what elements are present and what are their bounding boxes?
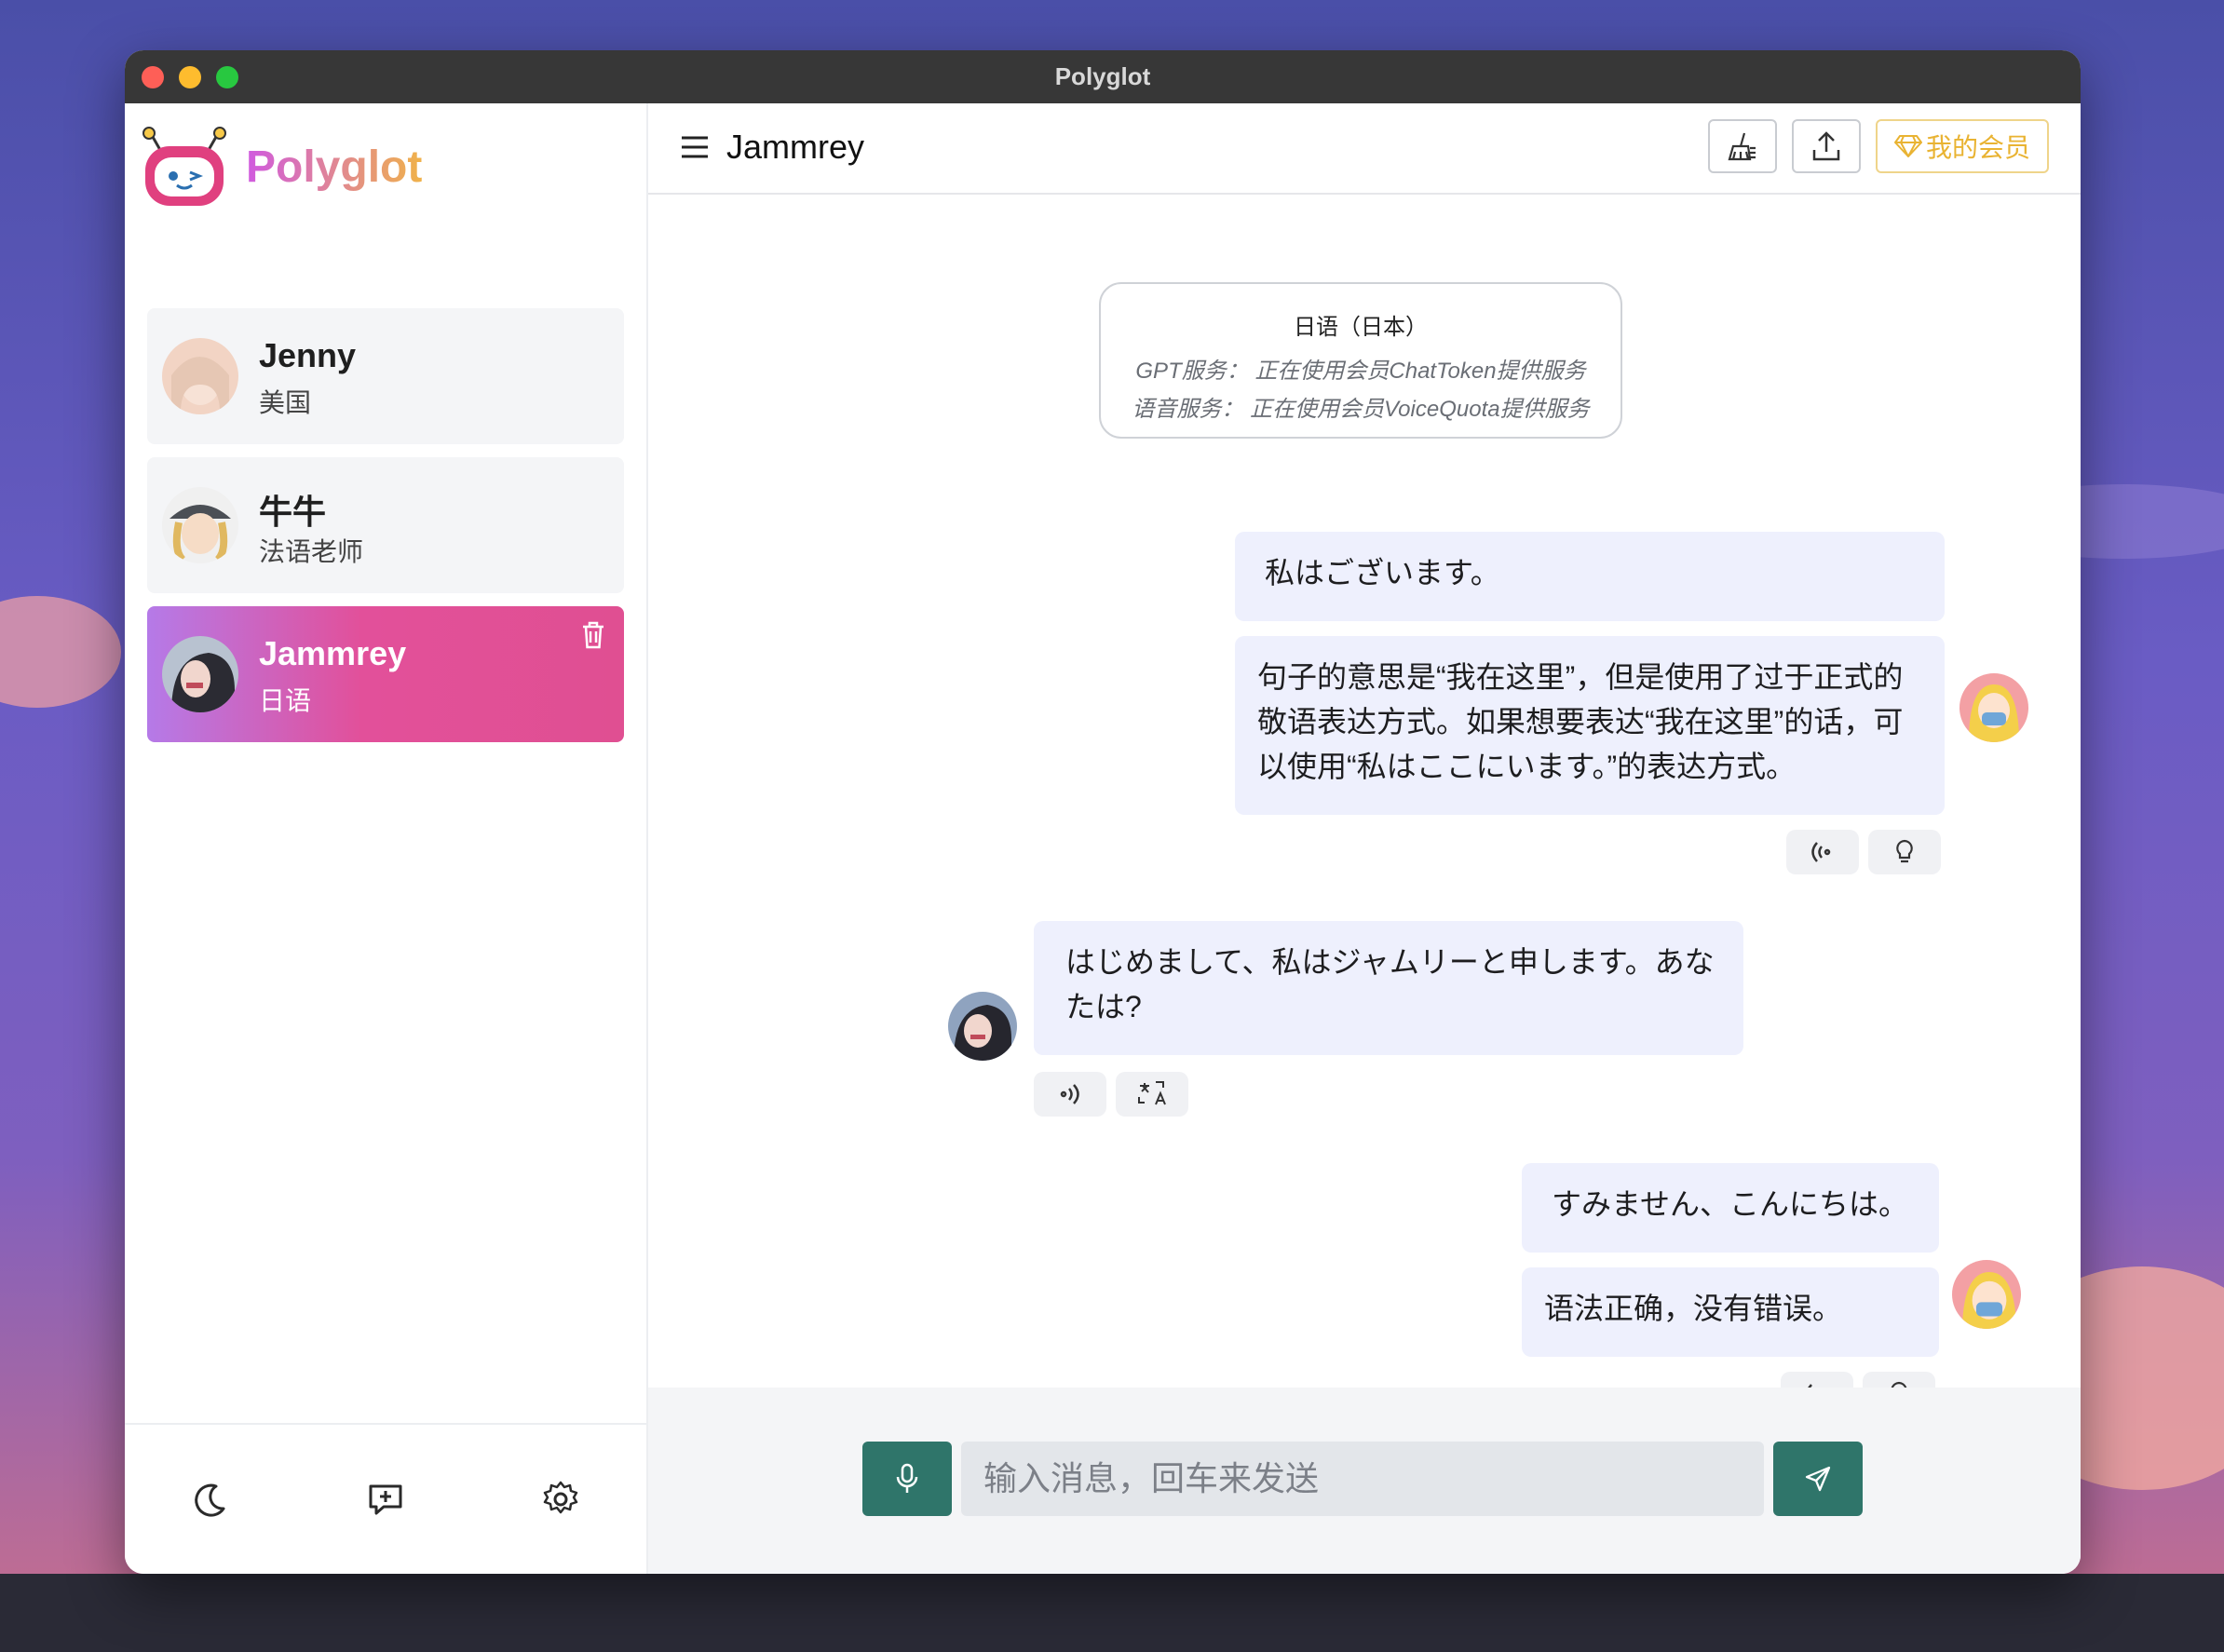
user-message-bubble: 私はございます。 (1235, 532, 1945, 621)
clear-chat-button[interactable] (1708, 119, 1777, 173)
assistant-avatar (948, 992, 1017, 1061)
export-button[interactable] (1792, 119, 1861, 173)
contact-item-jammrey[interactable]: Jammrey 日语 (147, 606, 624, 742)
close-window-button[interactable] (142, 66, 164, 88)
contact-subtitle: 美国 (259, 388, 312, 417)
settings-gear-icon[interactable] (540, 1479, 581, 1520)
delete-contact-icon[interactable] (579, 619, 607, 651)
logo-text: Polyglot (246, 142, 423, 192)
speaker-waves-icon (1060, 1084, 1079, 1104)
title-bar: Polyglot (125, 50, 2081, 103)
minimize-window-button[interactable] (179, 66, 201, 88)
avatar (162, 338, 238, 414)
translate-icon (1138, 1081, 1166, 1105)
user-message-bubble: すみません、こんにちは。 (1522, 1163, 1939, 1253)
chat-main: Jammrey 我的会员 日语（日本） GPT服务： 正在使用会员ChatTok… (648, 103, 2081, 1574)
voice-record-button[interactable] (862, 1442, 952, 1516)
window-title: Polyglot (1054, 62, 1151, 90)
chat-header: Jammrey 我的会员 (648, 103, 2081, 195)
user-avatar (1952, 1260, 2021, 1329)
contact-subtitle: 法语老师 (259, 537, 364, 566)
membership-label: 我的会员 (1925, 133, 2030, 162)
user-message-bubble: 语法正确，没有错误。 (1522, 1267, 1939, 1357)
broom-icon (1728, 132, 1756, 161)
translate-button[interactable] (1116, 1072, 1188, 1117)
assistant-message-bubble: はじめまして、私はジャムリーと申します。あなたは? (1034, 921, 1743, 1055)
dark-mode-moon-icon[interactable] (190, 1479, 231, 1520)
contact-subtitle: 日语 (259, 686, 312, 715)
send-button[interactable] (1773, 1442, 1863, 1516)
contact-name: Jenny (259, 336, 357, 374)
contact-item-niuniu[interactable]: 牛牛 法语老师 (147, 457, 624, 593)
contact-name: 牛牛 (259, 493, 327, 531)
gpt-service-status: GPT服务： 正在使用会员ChatToken提供服务 (1135, 359, 1586, 384)
voice-waves-icon (1811, 842, 1831, 862)
language-label: 日语（日本） (1294, 315, 1428, 340)
send-plane-icon (1805, 1466, 1831, 1492)
user-message-bubble: 句子的意思是“我在这里”，但是使用了过于正式的敬语表达方式。如果想要表达“我在这… (1235, 636, 1945, 815)
new-chat-icon[interactable] (365, 1479, 406, 1520)
robot-logo-icon (142, 127, 226, 206)
play-audio-button[interactable] (1034, 1072, 1106, 1117)
avatar (162, 487, 238, 563)
avatar (162, 636, 238, 712)
diamond-icon (1893, 135, 1922, 157)
message-composer (648, 1388, 2081, 1574)
microphone-icon (896, 1463, 918, 1493)
window-controls (142, 66, 238, 88)
user-avatar (1960, 673, 2028, 742)
upload-icon (1812, 131, 1840, 161)
voice-service-status: 语音服务： 正在使用会员VoiceQuota提供服务 (1132, 397, 1590, 422)
membership-button[interactable]: 我的会员 (1876, 119, 2049, 173)
lightbulb-icon (1896, 839, 1913, 863)
chat-title: Jammrey (726, 128, 865, 166)
menu-hamburger-icon[interactable] (680, 134, 710, 160)
app-window: Polyglot Polyglot Jenny 美国 牛牛 法语老师 Jammr… (125, 50, 2081, 1574)
contact-item-jenny[interactable]: Jenny 美国 (147, 308, 624, 444)
app-logo: Polyglot (142, 126, 422, 208)
language-info-card: 日语（日本） GPT服务： 正在使用会员ChatToken提供服务 语音服务： … (1099, 282, 1622, 439)
contact-name: Jammrey (259, 634, 407, 672)
hint-button[interactable] (1868, 830, 1941, 874)
message-input[interactable] (961, 1442, 1764, 1516)
replay-voice-button[interactable] (1786, 830, 1859, 874)
sidebar-footer (125, 1423, 646, 1574)
sidebar: Polyglot Jenny 美国 牛牛 法语老师 Jammrey 日语 (125, 103, 648, 1574)
zoom-window-button[interactable] (216, 66, 238, 88)
